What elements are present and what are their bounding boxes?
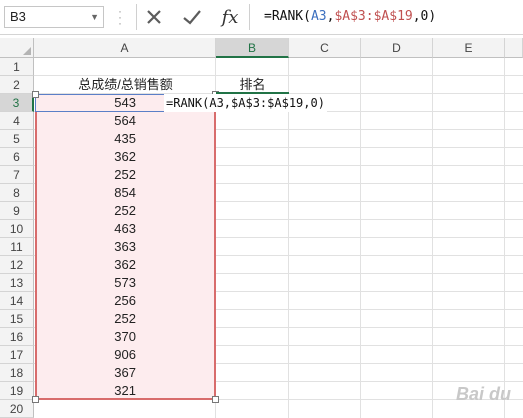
name-box[interactable]: B3 ▼ [4,6,104,28]
row-header-12[interactable]: 12 [0,256,34,274]
cell-a13[interactable]: 573 [35,274,216,292]
cell-a15[interactable]: 252 [35,310,216,328]
cell-a19[interactable]: 321 [35,382,216,400]
row-header-8[interactable]: 8 [0,184,34,202]
row-header-14[interactable]: 14 [0,292,34,310]
cell-a12[interactable]: 362 [35,256,216,274]
gridline [288,58,289,418]
column-header-d[interactable]: D [361,38,433,58]
cell-a8[interactable]: 854 [35,184,216,202]
cell-b3-editing-formula[interactable]: =RANK(A3,$A$3:$A$19,0) [164,94,327,112]
enter-check-icon[interactable] [179,6,205,28]
row-header-1[interactable]: 1 [0,58,34,76]
cell-a9[interactable]: 252 [35,202,216,220]
row-header-7[interactable]: 7 [0,166,34,184]
row-header-5[interactable]: 5 [0,130,34,148]
row-header-4[interactable]: 4 [0,112,34,130]
row-header-19[interactable]: 19 [0,382,34,400]
formula-buttons: fx [136,4,250,30]
cell-a11[interactable]: 363 [35,238,216,256]
row-header-16[interactable]: 16 [0,328,34,346]
cell-a14[interactable]: 256 [35,292,216,310]
row-header-10[interactable]: 10 [0,220,34,238]
row-header-11[interactable]: 11 [0,238,34,256]
cell-a4[interactable]: 564 [35,112,216,130]
formula-ref-range: $A$3:$A$19 [334,9,413,24]
cell-a6[interactable]: 362 [35,148,216,166]
gridline [360,58,361,418]
column-header-b[interactable]: B [216,38,289,58]
gridline [504,58,505,418]
gridline [432,58,433,418]
cell-a10[interactable]: 463 [35,220,216,238]
row-header-2[interactable]: 2 [0,76,34,94]
cell-a2-header[interactable]: 总成绩/总销售额 [35,76,216,94]
row-header-17[interactable]: 17 [0,346,34,364]
column-header-a[interactable]: A [34,38,216,58]
cancel-icon[interactable] [141,6,167,28]
column-header-e[interactable]: E [433,38,505,58]
formula-ref-a3: A3 [310,9,327,24]
row-header-15[interactable]: 15 [0,310,34,328]
formula-bar: B3 ▼ · · · fx =RANK(A3,$A$3:$A$19,0) [0,0,523,35]
cell-a5[interactable]: 435 [35,130,216,148]
row-header-3[interactable]: 3 [0,94,34,112]
insert-function-icon[interactable]: fx [217,6,243,28]
cell-a18[interactable]: 367 [35,364,216,382]
name-box-value: B3 [10,9,26,24]
row-header-9[interactable]: 9 [0,202,34,220]
row-header-18[interactable]: 18 [0,364,34,382]
column-header-f[interactable] [505,38,523,58]
cell-a7[interactable]: 252 [35,166,216,184]
cell-a16[interactable]: 370 [35,328,216,346]
column-header-c[interactable]: C [289,38,361,58]
select-all-corner[interactable] [0,38,34,58]
chevron-down-icon[interactable]: ▼ [90,7,99,27]
row-header-6[interactable]: 6 [0,148,34,166]
baidu-watermark: Bai du [455,384,511,404]
formula-suffix: ,0) [412,9,437,24]
row-header-20[interactable]: 20 [0,400,34,418]
formula-prefix: =RANK( [264,9,311,24]
cell-a17[interactable]: 906 [35,346,216,364]
drag-handle-icon[interactable]: · · · [118,5,122,29]
formula-input[interactable]: =RANK(A3,$A$3:$A$19,0) [264,6,436,28]
row-header-13[interactable]: 13 [0,274,34,292]
